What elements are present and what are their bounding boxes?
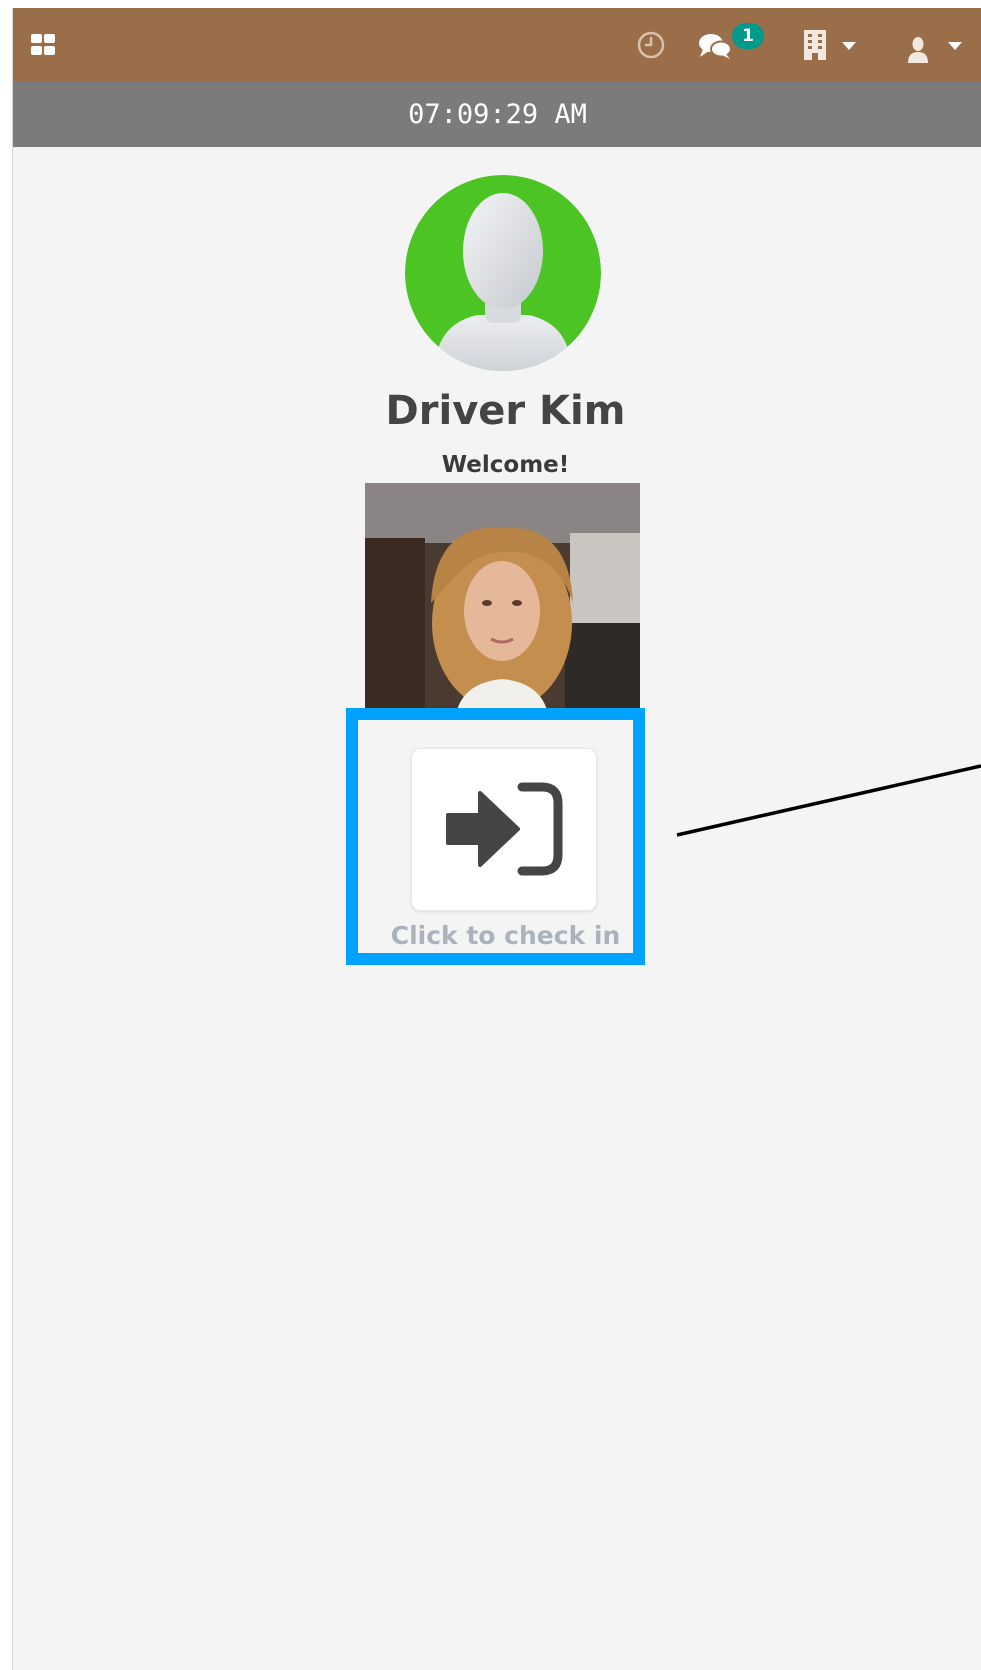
clock-history-icon[interactable]	[636, 30, 666, 60]
apps-grid-icon[interactable]	[30, 32, 56, 58]
check-in-button[interactable]	[411, 748, 597, 911]
check-in-label[interactable]: Click to check in	[13, 921, 981, 950]
user-dropdown-caret-icon[interactable]	[947, 41, 963, 51]
top-navbar: 1	[13, 8, 981, 82]
app-window: 1 07:09:29 AM Driver Kim Welcome! Click …	[12, 8, 981, 1670]
user-placeholder-icon	[405, 175, 601, 371]
company-dropdown-caret-icon[interactable]	[841, 41, 857, 51]
current-time: 07:09:29 AM	[13, 82, 981, 147]
chat-bubbles-icon[interactable]	[698, 32, 732, 60]
welcome-message: Welcome!	[441, 452, 570, 478]
user-icon[interactable]	[905, 34, 931, 64]
building-icon[interactable]	[802, 29, 828, 61]
sign-in-icon	[446, 782, 563, 876]
employee-name: Driver Kim	[385, 388, 626, 434]
chat-unread-badge: 1	[732, 23, 764, 49]
employee-photo	[365, 483, 640, 719]
